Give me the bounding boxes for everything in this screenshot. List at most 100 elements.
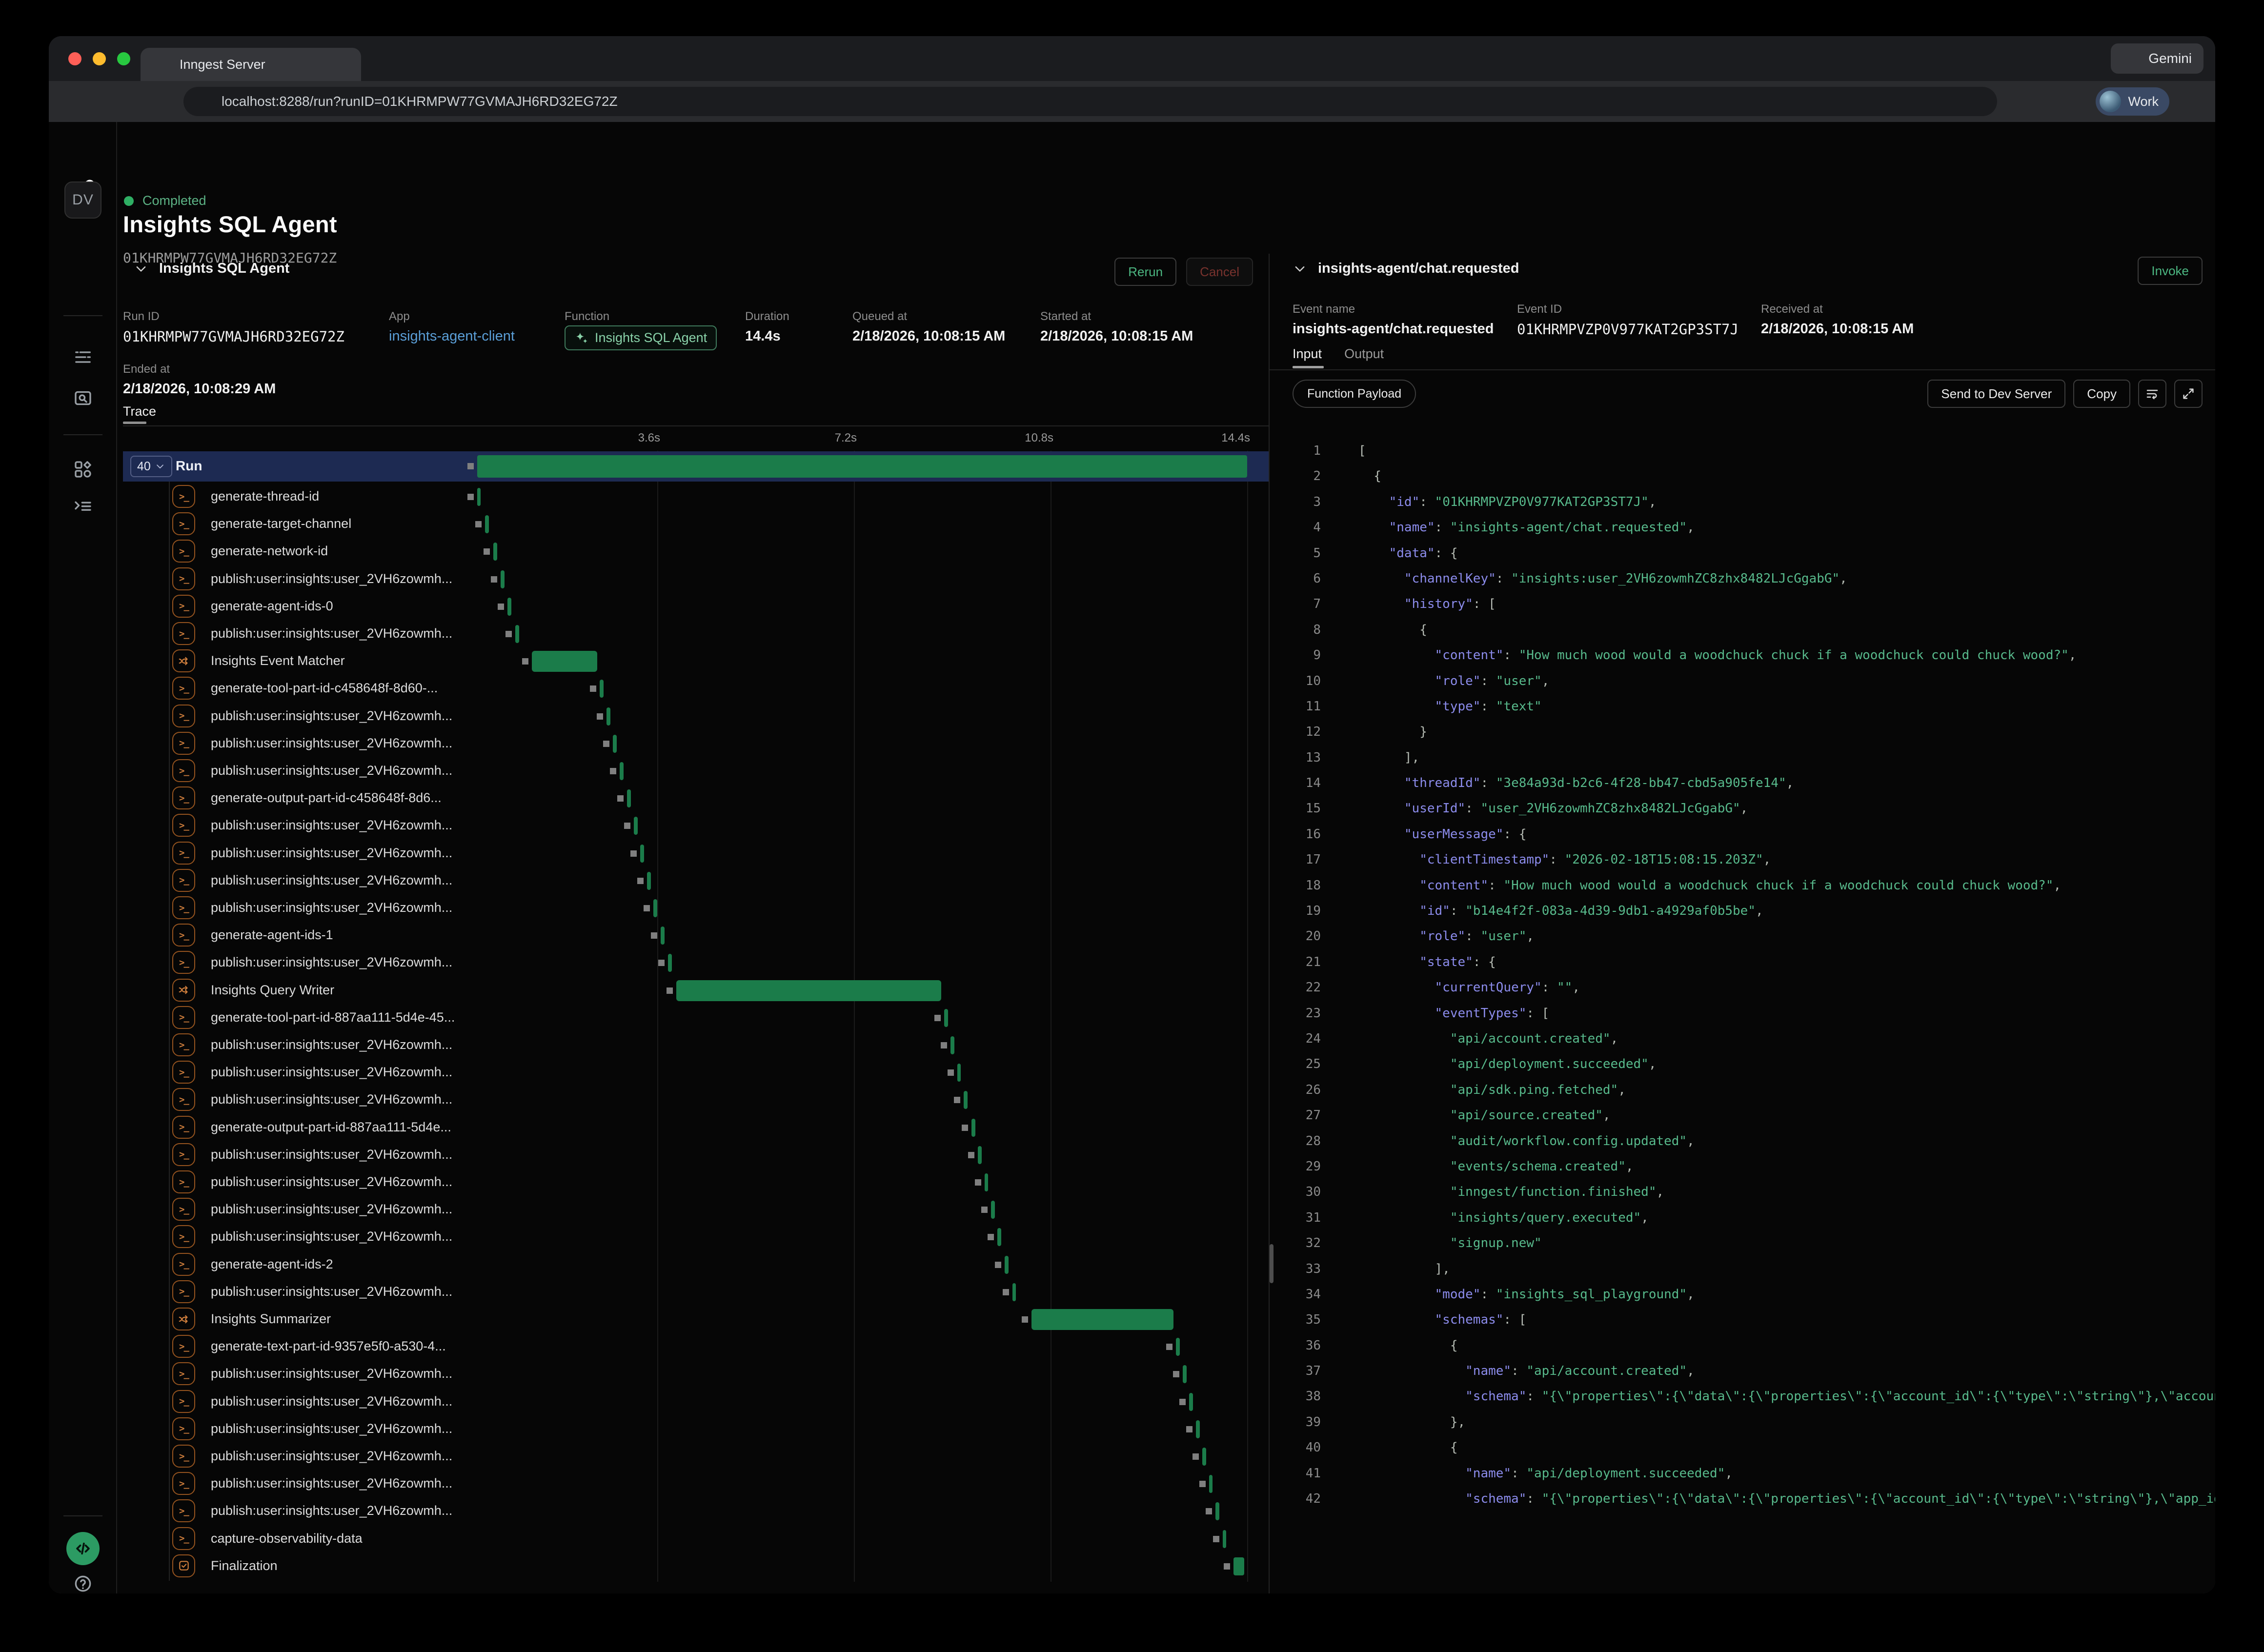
traffic-light-zoom[interactable] — [117, 52, 130, 65]
trace-row[interactable]: >_publish:user:insights:user_2VH6zowmh..… — [123, 894, 1269, 922]
span-bar[interactable] — [507, 598, 511, 616]
span-bar[interactable] — [944, 1009, 948, 1027]
home-button[interactable] — [146, 87, 175, 116]
span-bar[interactable] — [1209, 1475, 1213, 1493]
span-bar[interactable] — [985, 1173, 989, 1191]
trace-row[interactable]: >_publish:user:insights:user_2VH6zowmh..… — [123, 840, 1269, 867]
send-to-dev-server-button[interactable]: Send to Dev Server — [1927, 380, 2065, 408]
span-bar[interactable] — [606, 707, 610, 725]
sidebar-item-help[interactable] — [49, 1574, 117, 1593]
trace-row[interactable]: Insights Event Matcher — [123, 647, 1269, 675]
run-span-bar[interactable] — [477, 455, 1247, 478]
span-bar[interactable] — [501, 570, 505, 588]
forward-button[interactable] — [90, 87, 118, 116]
span-bar[interactable] — [1176, 1338, 1180, 1356]
browser-tab[interactable]: Inngest Server — [141, 48, 361, 81]
trace-row[interactable]: >_publish:user:insights:user_2VH6zowmh..… — [123, 1360, 1269, 1388]
site-info-icon[interactable] — [196, 93, 213, 110]
traffic-light-minimize[interactable] — [93, 52, 106, 65]
span-bar[interactable] — [971, 1119, 975, 1137]
span-bar[interactable] — [661, 927, 665, 945]
trace-row[interactable]: >_publish:user:insights:user_2VH6zowmh..… — [123, 1168, 1269, 1196]
back-button[interactable] — [61, 87, 90, 116]
span-bar[interactable] — [647, 872, 651, 890]
span-bar[interactable] — [477, 488, 481, 506]
span-bar[interactable] — [515, 625, 519, 643]
trace-row[interactable]: >_generate-target-channel — [123, 510, 1269, 538]
sidebar-item-preview-search[interactable] — [49, 388, 117, 408]
rerun-button[interactable]: Rerun — [1114, 258, 1176, 286]
span-bar[interactable] — [613, 735, 617, 753]
trace-row[interactable]: >_publish:user:insights:user_2VH6zowmh..… — [123, 867, 1269, 894]
span-bar[interactable] — [668, 954, 672, 972]
side-panel-button[interactable] — [2062, 87, 2091, 116]
browser-menu-button[interactable] — [2174, 87, 2203, 116]
trace-row[interactable]: >_generate-agent-ids-1 — [123, 922, 1269, 949]
function-badge[interactable]: Insights SQL Agent — [565, 325, 717, 350]
span-bar[interactable] — [493, 543, 497, 561]
event-section-header[interactable]: insights-agent/chat.requested — [1293, 261, 1519, 277]
trace-row[interactable]: Insights Query Writer — [123, 977, 1269, 1004]
span-bar[interactable] — [634, 817, 638, 835]
trace-row[interactable]: >_publish:user:insights:user_2VH6zowmh..… — [123, 949, 1269, 976]
env-badge[interactable]: DV — [64, 181, 101, 219]
trace-row[interactable]: >_publish:user:insights:user_2VH6zowmh..… — [123, 620, 1269, 647]
span-bar[interactable] — [627, 789, 631, 807]
trace-row[interactable]: Finalization — [123, 1552, 1269, 1580]
span-bar[interactable] — [1223, 1530, 1227, 1548]
sidebar-item-runs-list[interactable] — [49, 347, 117, 367]
trace-row[interactable]: >_generate-tool-part-id-c458648f-8d60-..… — [123, 675, 1269, 702]
trace-row[interactable]: >_publish:user:insights:user_2VH6zowmh..… — [123, 757, 1269, 785]
tab-output[interactable]: Output — [1344, 346, 1384, 362]
gemini-button[interactable]: Gemini — [2111, 43, 2203, 74]
tab-trace[interactable]: Trace — [123, 404, 156, 419]
trace-row[interactable]: >_generate-agent-ids-2 — [123, 1251, 1269, 1278]
trace-row[interactable]: >_publish:user:insights:user_2VH6zowmh..… — [123, 565, 1269, 593]
tab-input[interactable]: Input — [1293, 346, 1322, 362]
trace-row[interactable]: >_publish:user:insights:user_2VH6zowmh..… — [123, 1141, 1269, 1168]
word-wrap-button[interactable] — [2138, 380, 2166, 408]
trace-row[interactable]: >_generate-agent-ids-0 — [123, 593, 1269, 620]
trace-row[interactable]: >_generate-text-part-id-9357e5f0-a530-4.… — [123, 1333, 1269, 1360]
span-bar[interactable] — [640, 845, 644, 863]
bookmark-button[interactable] — [2006, 87, 2034, 116]
trace-row[interactable]: >_publish:user:insights:user_2VH6zowmh..… — [123, 1059, 1269, 1086]
span-bar[interactable] — [1012, 1283, 1016, 1301]
trace-row[interactable]: >_publish:user:insights:user_2VH6zowmh..… — [123, 1196, 1269, 1223]
new-tab-button[interactable] — [375, 56, 393, 74]
invoke-button[interactable]: Invoke — [2138, 257, 2203, 285]
span-bar[interactable] — [997, 1228, 1001, 1246]
trace-row[interactable]: >_publish:user:insights:user_2VH6zowmh..… — [123, 1278, 1269, 1306]
sidebar-item-apps[interactable] — [49, 460, 117, 479]
span-bar[interactable] — [600, 680, 604, 698]
reload-button[interactable] — [118, 87, 146, 116]
profile-button[interactable]: Work — [2096, 87, 2169, 116]
trace-row[interactable]: >_publish:user:insights:user_2VH6zowmh..… — [123, 1223, 1269, 1250]
trace-row[interactable]: >_generate-output-part-id-c458648f-8d6..… — [123, 785, 1269, 812]
span-bar[interactable] — [991, 1201, 995, 1219]
copy-button[interactable]: Copy — [2073, 380, 2130, 408]
run-children-badge[interactable]: 40 — [130, 456, 172, 477]
trace-row[interactable]: >_publish:user:insights:user_2VH6zowmh..… — [123, 1497, 1269, 1525]
span-bar[interactable] — [485, 515, 489, 533]
trace-row[interactable]: >_publish:user:insights:user_2VH6zowmh..… — [123, 1415, 1269, 1443]
sidebar-item-terminal-list[interactable] — [49, 496, 117, 515]
trace-row[interactable]: >_generate-network-id — [123, 538, 1269, 565]
payload-code-editor[interactable]: 1[2{3"id": "01KHRMPVZP0V977KAT2GP3ST7J",… — [1270, 438, 2215, 1593]
span-bar[interactable] — [653, 899, 657, 917]
span-bar[interactable] — [1189, 1393, 1193, 1411]
span-bar[interactable] — [978, 1146, 982, 1164]
trace-row[interactable]: >_capture-observability-data — [123, 1525, 1269, 1552]
trace-row[interactable]: >_generate-thread-id — [123, 483, 1269, 510]
cancel-button[interactable]: Cancel — [1186, 258, 1253, 286]
trace-row[interactable]: Insights Summarizer — [123, 1306, 1269, 1333]
function-payload-button[interactable]: Function Payload — [1293, 380, 1416, 408]
span-bar[interactable] — [1215, 1502, 1219, 1520]
trace-row[interactable]: >_publish:user:insights:user_2VH6zowmh..… — [123, 1443, 1269, 1470]
span-bar[interactable] — [1196, 1420, 1200, 1438]
field-value[interactable]: insights-agent-client — [389, 328, 515, 344]
dev-server-button[interactable] — [66, 1532, 100, 1565]
traffic-light-close[interactable] — [68, 52, 81, 65]
extensions-button[interactable] — [2034, 87, 2062, 116]
span-bar[interactable] — [676, 980, 941, 1001]
